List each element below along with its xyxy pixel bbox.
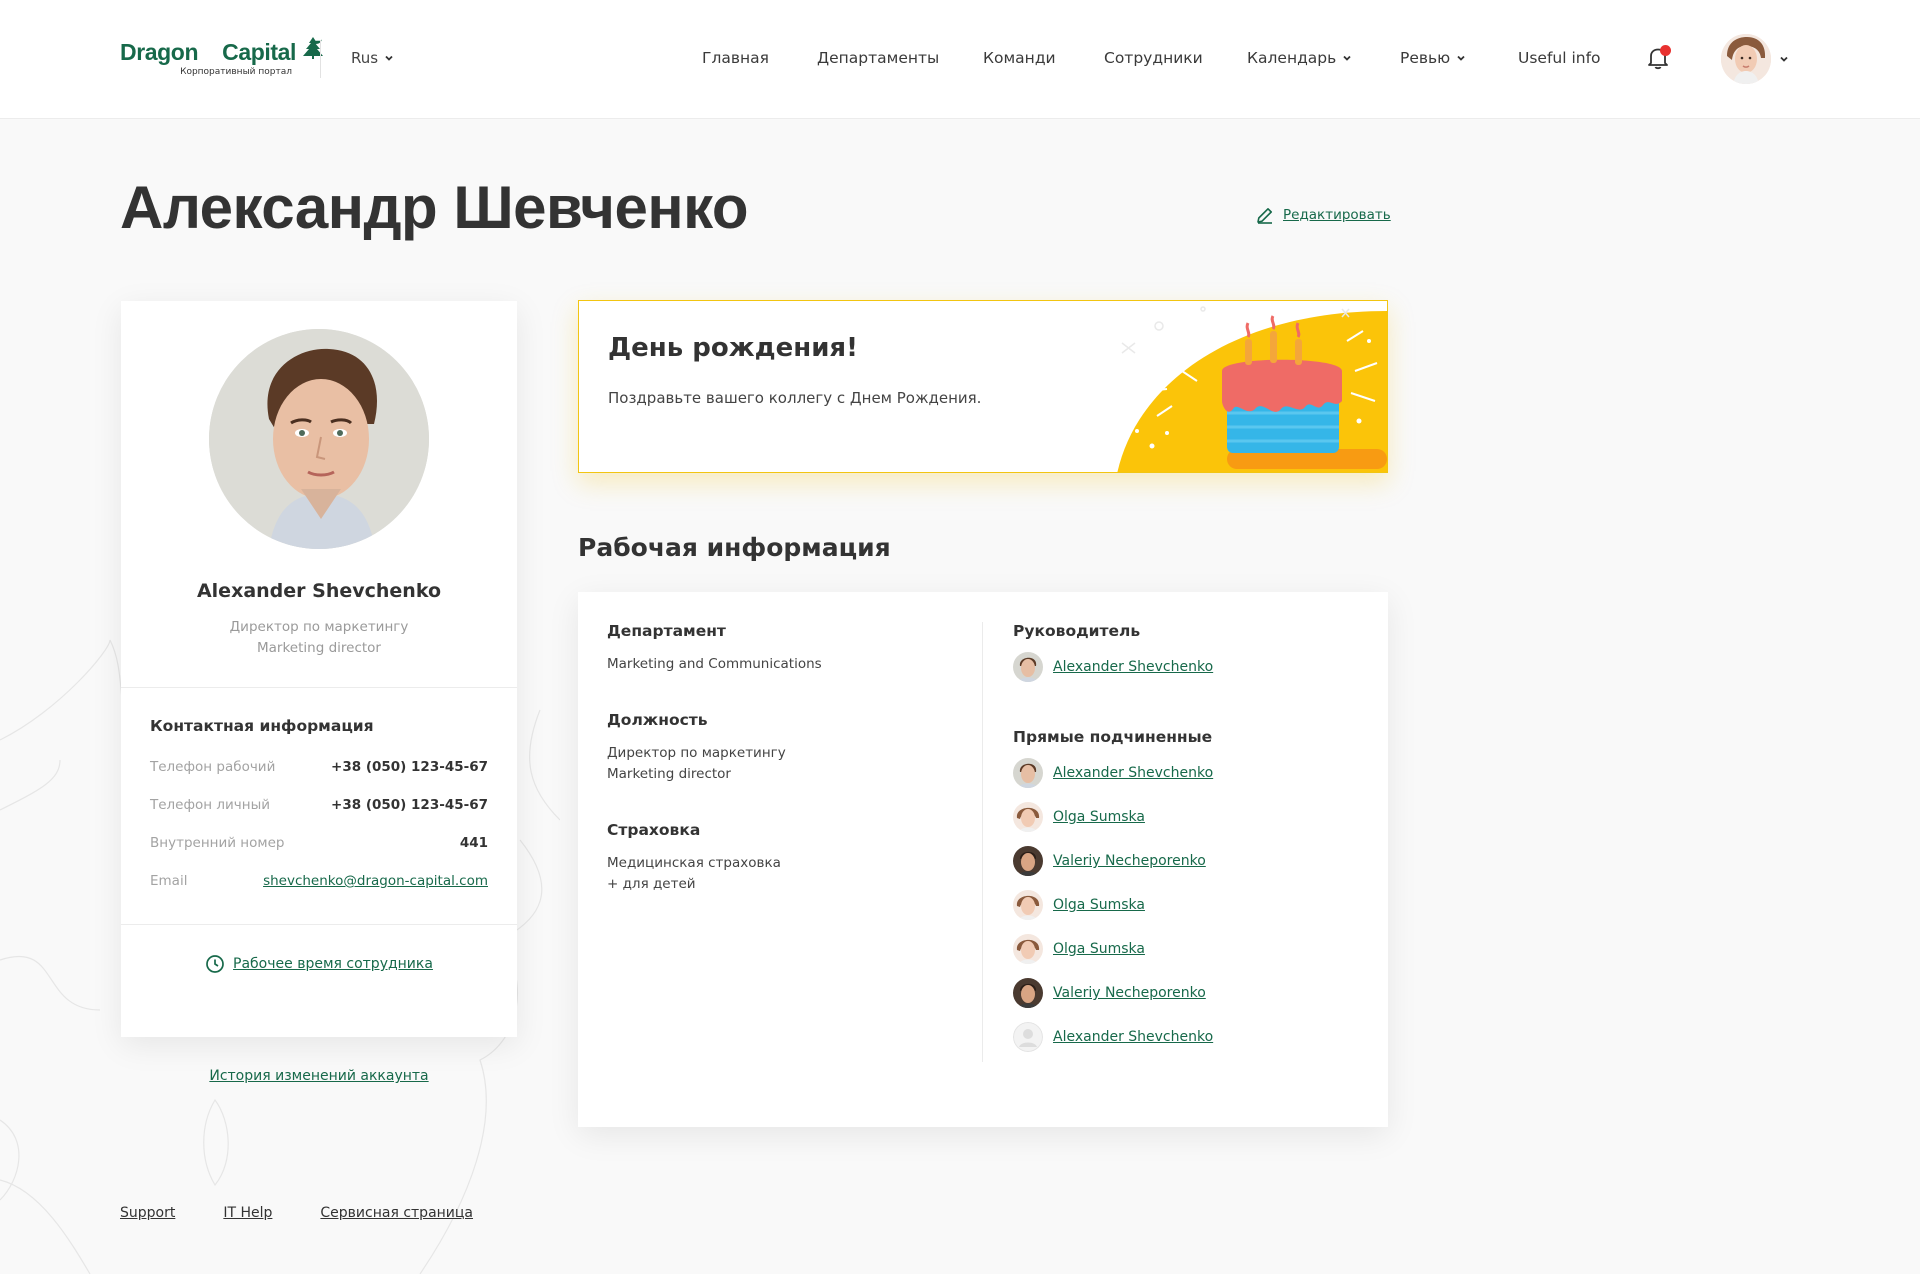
user-menu[interactable] bbox=[1721, 34, 1789, 84]
nav-item-useful-info[interactable]: Useful info bbox=[1518, 49, 1601, 67]
employee-title-ru: Директор по маркетингу bbox=[229, 619, 409, 635]
nav-label: Главная bbox=[702, 49, 769, 67]
report-link[interactable]: Alexander Shevchenko bbox=[1013, 1022, 1213, 1052]
manager-label: Руководитель bbox=[1013, 622, 1141, 640]
work-hours-label: Рабочее время сотрудника bbox=[233, 956, 433, 972]
chevron-down-icon bbox=[1457, 55, 1465, 61]
report-link[interactable]: Valeriy Necheporenko bbox=[1013, 846, 1206, 876]
employee-name: Alexander Shevchenko bbox=[196, 580, 442, 602]
pencil-icon bbox=[1257, 208, 1272, 224]
report-link[interactable]: Alexander Shevchenko bbox=[1013, 758, 1213, 788]
insurance-label: Страховка bbox=[607, 821, 701, 839]
insurance-value: Медицинская страховка bbox=[607, 855, 781, 871]
notification-dot bbox=[1660, 45, 1671, 56]
contact-row-email: Email shevchenko@dragon-capital.com bbox=[150, 873, 488, 893]
email-link[interactable]: shevchenko@dragon-capital.com bbox=[263, 873, 488, 889]
clock-icon bbox=[206, 955, 224, 973]
avatar bbox=[1013, 802, 1043, 832]
contact-row-internal-number: Внутренний номер 441 bbox=[150, 835, 488, 855]
column-divider bbox=[982, 622, 983, 1062]
work-info-title: Рабочая информация bbox=[578, 533, 891, 562]
main-nav: Главная Департаменты Команди Сотрудники … bbox=[0, 49, 1920, 71]
person-name: Valeriy Necheporenko bbox=[1053, 985, 1206, 1001]
nav-label: Сотрудники bbox=[1104, 49, 1203, 67]
birthday-title: День рождения! bbox=[608, 333, 858, 363]
position-value-ru: Директор по маркетингу bbox=[607, 745, 786, 761]
profile-photo bbox=[209, 329, 429, 549]
direct-reports-label: Прямые подчиненные bbox=[1013, 728, 1213, 746]
page-title: Александр Шевченко bbox=[120, 174, 748, 241]
divider bbox=[121, 687, 517, 688]
nav-item-departments[interactable]: Департаменты bbox=[817, 49, 939, 67]
department-label: Департамент bbox=[607, 622, 726, 640]
account-history-link[interactable]: История изменений аккаунта bbox=[121, 1068, 517, 1084]
nav-label: Useful info bbox=[1518, 49, 1601, 67]
work-hours-link[interactable]: Рабочее время сотрудника bbox=[121, 954, 517, 974]
position-label: Должность bbox=[607, 711, 708, 729]
insurance-extra: + для детей bbox=[607, 876, 696, 892]
person-name: Valeriy Necheporenko bbox=[1053, 853, 1206, 869]
nav-label: Ревью bbox=[1400, 49, 1451, 67]
person-name: Olga Sumska bbox=[1053, 809, 1145, 825]
top-header: Dragon Capital Корпоративный портал Rus Г… bbox=[0, 0, 1920, 119]
person-name: Alexander Shevchenko bbox=[1053, 659, 1214, 675]
birthday-banner: День рождения! Поздравьте вашего коллегу… bbox=[578, 300, 1388, 473]
work-info-card: Департамент Marketing and Communications… bbox=[578, 592, 1388, 1127]
employee-title-en: Marketing director bbox=[257, 640, 381, 656]
report-link[interactable]: Olga Sumska bbox=[1013, 890, 1145, 920]
footer-link-support[interactable]: Support bbox=[120, 1205, 175, 1221]
manager-link[interactable]: Alexander Shevchenko bbox=[1013, 652, 1213, 682]
birthday-text: Поздравьте вашего коллегу с Днем Рождени… bbox=[608, 389, 982, 407]
chevron-down-icon bbox=[1780, 56, 1788, 62]
contact-label: Телефон личный bbox=[150, 797, 271, 813]
nav-label: Департаменты bbox=[817, 49, 940, 67]
nav-item-teams[interactable]: Команди bbox=[983, 49, 1056, 67]
contact-row-work-phone: Телефон рабочий +38 (050) 123-45-67 bbox=[150, 759, 488, 779]
contact-label: Внутренний номер bbox=[150, 835, 285, 851]
avatar bbox=[1013, 652, 1043, 682]
nav-item-employees[interactable]: Сотрудники bbox=[1104, 49, 1203, 67]
avatar bbox=[1013, 846, 1043, 876]
contact-value: 441 bbox=[459, 835, 488, 851]
person-name: Alexander Shevchenko bbox=[1053, 765, 1214, 781]
nav-item-home[interactable]: Главная bbox=[702, 49, 769, 67]
avatar bbox=[1013, 890, 1043, 920]
avatar bbox=[1721, 34, 1771, 84]
report-link[interactable]: Valeriy Necheporenko bbox=[1013, 978, 1206, 1008]
department-value: Marketing and Communications bbox=[607, 656, 822, 672]
notifications-button[interactable] bbox=[1646, 45, 1671, 71]
person-name: Olga Sumska bbox=[1053, 941, 1145, 957]
contact-value: +38 (050) 123-45-67 bbox=[331, 797, 488, 813]
birthday-cake-icon bbox=[1117, 306, 1387, 472]
person-name: Olga Sumska bbox=[1053, 897, 1145, 913]
chevron-down-icon bbox=[1343, 55, 1351, 61]
divider bbox=[121, 924, 517, 925]
avatar bbox=[1013, 758, 1043, 788]
avatar-placeholder-icon bbox=[1013, 1022, 1043, 1052]
footer-link-service-page[interactable]: Сервисная страница bbox=[320, 1205, 473, 1221]
report-link[interactable]: Olga Sumska bbox=[1013, 934, 1145, 964]
edit-profile-button[interactable]: Редактировать bbox=[1255, 205, 1391, 225]
contact-row-personal-phone: Телефон личный +38 (050) 123-45-67 bbox=[150, 797, 488, 817]
profile-card: Alexander Shevchenko Директор по маркети… bbox=[121, 301, 517, 1037]
avatar bbox=[1013, 978, 1043, 1008]
position-value-en: Marketing director bbox=[607, 766, 731, 782]
nav-label: Календарь bbox=[1247, 49, 1337, 67]
avatar bbox=[1013, 934, 1043, 964]
contact-label: Email bbox=[150, 873, 188, 889]
person-name: Alexander Shevchenko bbox=[1053, 1029, 1214, 1045]
edit-label: Редактировать bbox=[1283, 207, 1391, 223]
report-link[interactable]: Olga Sumska bbox=[1013, 802, 1145, 832]
contact-value: +38 (050) 123-45-67 bbox=[331, 759, 488, 775]
footer: Support IT Help Сервисная страница bbox=[120, 1205, 473, 1221]
nav-item-calendar[interactable]: Календарь bbox=[1247, 49, 1352, 67]
contact-label: Телефон рабочий bbox=[150, 759, 276, 775]
footer-link-it-help[interactable]: IT Help bbox=[223, 1205, 272, 1221]
nav-item-review[interactable]: Ревью bbox=[1400, 49, 1466, 67]
contact-info-heading: Контактная информация bbox=[150, 717, 374, 735]
nav-label: Команди bbox=[983, 49, 1056, 67]
